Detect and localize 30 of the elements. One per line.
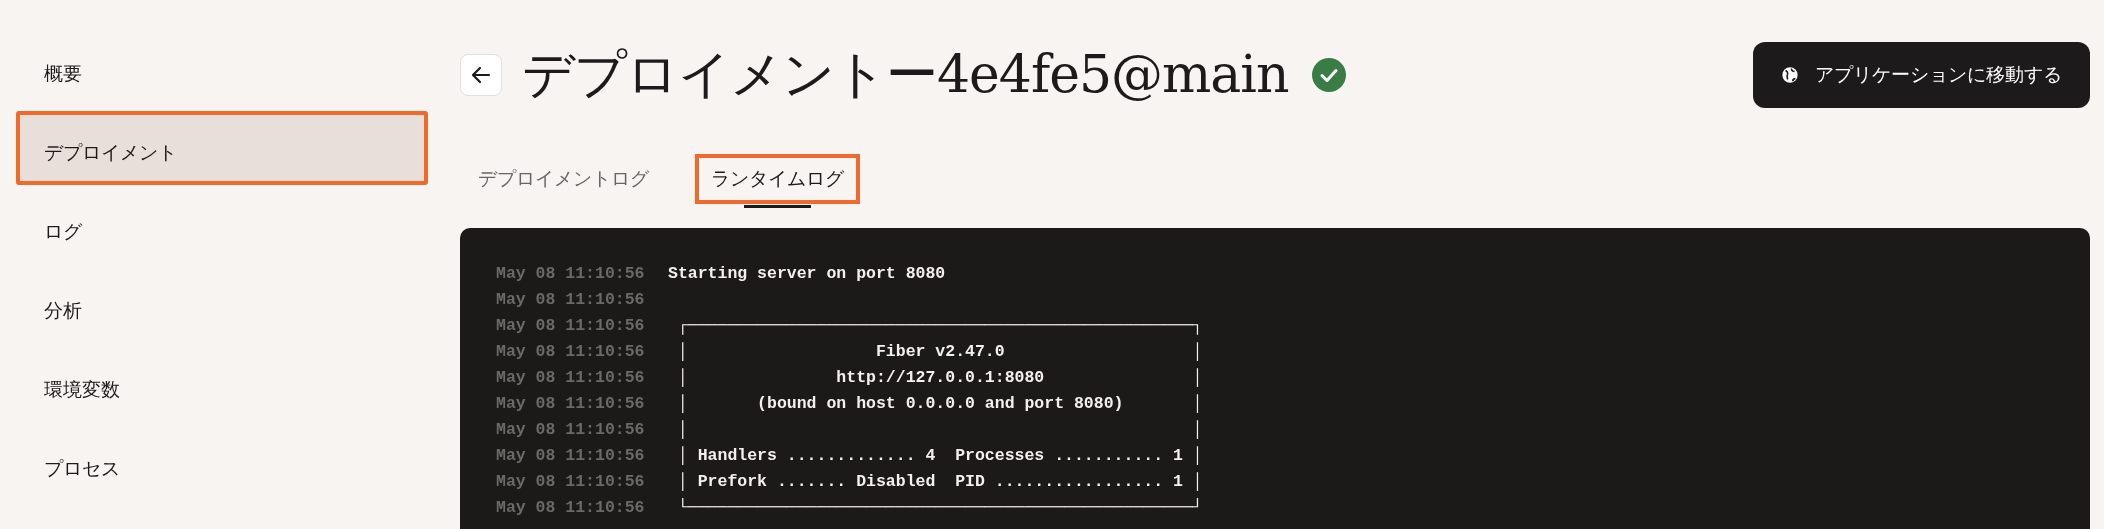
- sidebar-item[interactable]: 分析: [16, 269, 428, 343]
- back-button[interactable]: [460, 54, 502, 96]
- tab[interactable]: デプロイメントログ: [462, 154, 665, 204]
- log-message: │ http://127.0.0.1:8080 │: [676, 367, 1203, 387]
- log-message: │ Handlers ............. 4 Processes ........... 1 │: [676, 445, 1203, 465]
- log-message: │ │: [676, 419, 1203, 439]
- log-message: │ Fiber v2.47.0 │: [676, 341, 1203, 361]
- log-message: ┌───────────────────────────────────────────────────┐: [676, 315, 1203, 335]
- sidebar-item[interactable]: ログ: [16, 190, 428, 264]
- log-timestamp: May 08 11:10:56: [496, 445, 646, 465]
- log-timestamp: May 08 11:10:56: [496, 289, 646, 309]
- log-timestamp: May 08 11:10:56: [496, 263, 646, 283]
- log-message: │ (bound on host 0.0.0.0 and port 8080) │: [676, 393, 1203, 413]
- log-timestamp: May 08 11:10:56: [496, 393, 646, 413]
- log-timestamp: May 08 11:10:56: [496, 497, 646, 517]
- sidebar-item[interactable]: プロセス: [16, 427, 428, 501]
- globe-icon: [1781, 66, 1799, 84]
- sidebar-item[interactable]: 概要: [16, 32, 428, 106]
- sidebar-item[interactable]: 環境変数: [16, 348, 428, 422]
- page-title: デプロイメントー4e4fe5@main: [522, 43, 1289, 106]
- log-timestamp: May 08 11:10:56: [496, 367, 646, 387]
- log-timestamp: May 08 11:10:56: [496, 471, 646, 491]
- log-timestamp: May 08 11:10:56: [496, 315, 646, 335]
- log-message: Starting server on port 8080: [668, 263, 946, 283]
- sidebar-item[interactable]: デプロイメント: [16, 111, 428, 185]
- log-timestamp: May 08 11:10:56: [496, 341, 646, 361]
- log-timestamp: May 08 11:10:56: [496, 419, 646, 439]
- open-app-button[interactable]: アプリケーションに移動する: [1753, 42, 2090, 108]
- log-message: │ Prefork ....... Disabled PID ................. 1 │: [676, 471, 1203, 491]
- log-message: └───────────────────────────────────────────────────┘: [676, 497, 1203, 517]
